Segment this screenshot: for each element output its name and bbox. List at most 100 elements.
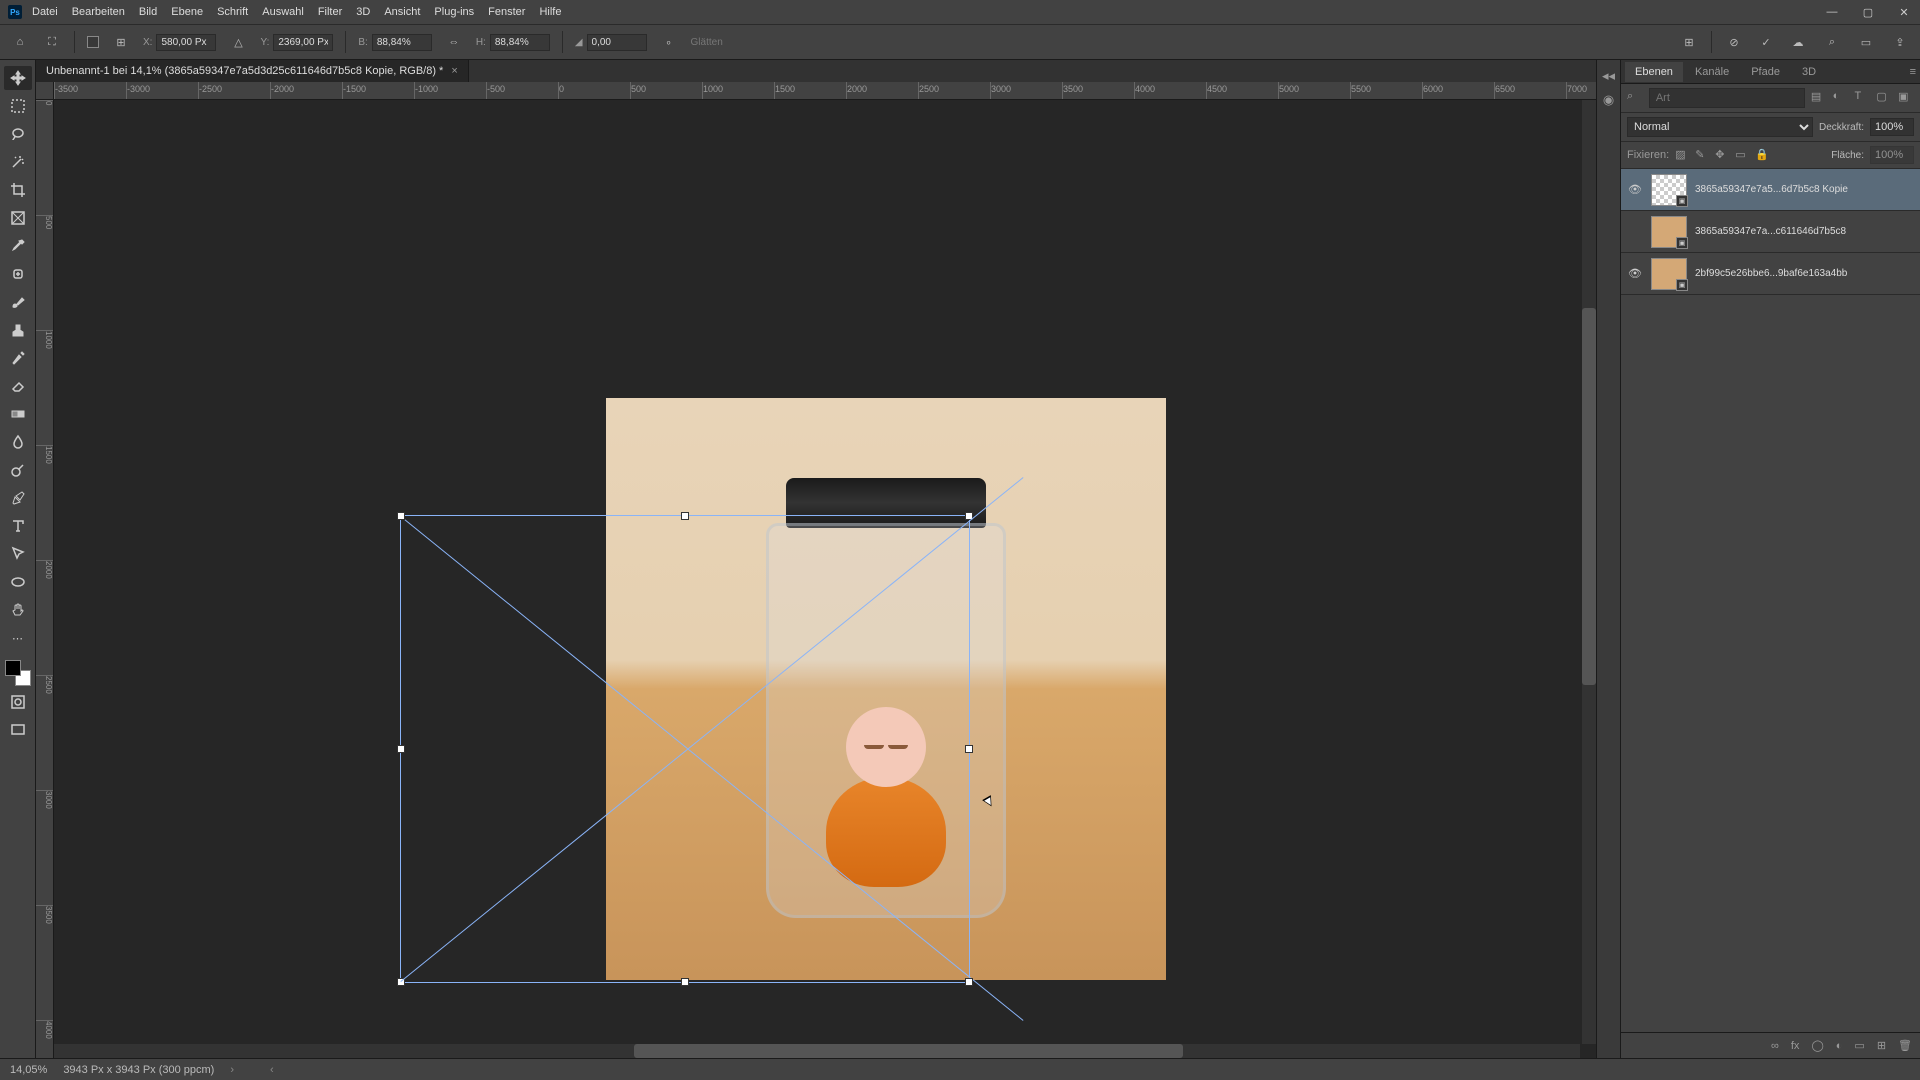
menu-ansicht[interactable]: Ansicht <box>384 6 420 18</box>
wand-tool[interactable] <box>4 150 32 174</box>
menu-schrift[interactable]: Schrift <box>217 6 248 18</box>
ruler-vertical[interactable]: 05001000150020002500300035004000 <box>36 100 54 1058</box>
layer-thumbnail[interactable]: ▣ <box>1651 216 1687 248</box>
scrollbar-horizontal[interactable] <box>54 1044 1580 1058</box>
menu-datei[interactable]: Datei <box>32 6 58 18</box>
cancel-transform-icon[interactable]: ⊘ <box>1724 32 1744 52</box>
home-icon[interactable]: ⌂ <box>10 32 30 52</box>
lock-artboard-icon[interactable]: ▭ <box>1735 148 1749 162</box>
layer-row[interactable]: 👁 ▣ 3865a59347e7a5...6d7b5c8 Kopie <box>1621 169 1920 211</box>
dodge-tool[interactable] <box>4 458 32 482</box>
filter-adjust-icon[interactable]: ◐ <box>1833 90 1849 106</box>
transform-tool-icon[interactable]: ⛶ <box>42 32 62 52</box>
color-swatches[interactable] <box>5 660 31 686</box>
group-icon[interactable]: ▭ <box>1854 1039 1864 1052</box>
visibility-toggle[interactable]: 👁 <box>1627 182 1643 198</box>
menu-bearbeiten[interactable]: Bearbeiten <box>72 6 125 18</box>
menu-bild[interactable]: Bild <box>139 6 157 18</box>
info-chevron-icon[interactable]: › <box>230 1064 234 1076</box>
ruler-origin[interactable] <box>36 82 54 100</box>
layer-row[interactable]: ▣ 3865a59347e7a...c611646d7b5c8 <box>1621 211 1920 253</box>
filter-type-icon[interactable]: T <box>1854 90 1870 106</box>
document-tab[interactable]: Unbenannt-1 bei 14,1% (3865a59347e7a5d3d… <box>36 60 469 82</box>
expand-panels-icon[interactable]: ◂◂ <box>1602 68 1615 84</box>
reference-point-grid-icon[interactable]: ⊞ <box>111 32 131 52</box>
pen-tool[interactable] <box>4 486 32 510</box>
tab-pfade[interactable]: Pfade <box>1741 62 1790 82</box>
commit-transform-icon[interactable]: ✓ <box>1756 32 1776 52</box>
canvas[interactable] <box>54 100 1596 1058</box>
cloud-icon[interactable]: ☁ <box>1788 32 1808 52</box>
link-layers-icon[interactable]: ∞ <box>1771 1040 1779 1052</box>
menu-filter[interactable]: Filter <box>318 6 342 18</box>
menu-fenster[interactable]: Fenster <box>488 6 525 18</box>
panel-menu-icon[interactable]: ≡ <box>1910 66 1916 78</box>
visibility-toggle[interactable] <box>1627 224 1643 240</box>
link-wh-icon[interactable]: ⇔ <box>444 32 464 52</box>
eyedropper-tool[interactable] <box>4 234 32 258</box>
tab-3d[interactable]: 3D <box>1792 62 1826 82</box>
healing-tool[interactable] <box>4 262 32 286</box>
quickmask-tool[interactable] <box>4 690 32 714</box>
marquee-tool[interactable] <box>4 94 32 118</box>
delete-layer-icon[interactable]: 🗑 <box>1898 1039 1912 1052</box>
x-input[interactable] <box>156 34 216 51</box>
layer-filter-input[interactable] <box>1649 88 1805 108</box>
arrange-icon[interactable]: ▭ <box>1856 32 1876 52</box>
tab-ebenen[interactable]: Ebenen <box>1625 62 1683 82</box>
path-select-tool[interactable] <box>4 542 32 566</box>
foreground-color[interactable] <box>5 660 21 676</box>
lock-all-icon[interactable]: 🔒 <box>1755 148 1769 162</box>
opacity-input[interactable] <box>1870 118 1914 136</box>
layer-row[interactable]: 👁 ▣ 2bf99c5e26bbe6...9baf6e163a4bb <box>1621 253 1920 295</box>
transform-handle-bl[interactable] <box>397 978 405 986</box>
move-tool[interactable] <box>4 66 32 90</box>
lock-position-icon[interactable]: ✥ <box>1715 148 1729 162</box>
filter-image-icon[interactable]: ▤ <box>1811 90 1827 106</box>
reference-point-toggle[interactable] <box>87 36 99 48</box>
tab-kanaele[interactable]: Kanäle <box>1685 62 1739 82</box>
ruler-horizontal[interactable]: -3500-3000-2500-2000-1500-1000-500050010… <box>54 82 1596 100</box>
warp-mode-icon[interactable]: ⊞ <box>1679 32 1699 52</box>
menu-3d[interactable]: 3D <box>356 6 370 18</box>
height-input[interactable] <box>490 34 550 51</box>
scroll-left-icon[interactable]: ‹ <box>270 1064 274 1076</box>
hand-tool[interactable] <box>4 598 32 622</box>
color-panel-icon[interactable]: ◉ <box>1603 92 1614 108</box>
share-icon[interactable]: ⇪ <box>1890 32 1910 52</box>
type-tool[interactable] <box>4 514 32 538</box>
layer-thumbnail[interactable]: ▣ <box>1651 174 1687 206</box>
document-info[interactable]: 3943 Px x 3943 Px (300 ppcm) <box>63 1064 214 1076</box>
brush-tool[interactable] <box>4 290 32 314</box>
more-tools[interactable]: ⋯ <box>4 626 32 650</box>
layer-name[interactable]: 3865a59347e7a5...6d7b5c8 Kopie <box>1695 184 1914 195</box>
new-layer-icon[interactable]: ⊞ <box>1877 1039 1886 1052</box>
minimize-button[interactable]: — <box>1824 6 1840 19</box>
screenmode-tool[interactable] <box>4 718 32 742</box>
transform-handle-tl[interactable] <box>397 512 405 520</box>
y-input[interactable] <box>273 34 333 51</box>
history-brush-tool[interactable] <box>4 346 32 370</box>
scrollbar-v-thumb[interactable] <box>1582 308 1596 686</box>
maximize-button[interactable]: ▢ <box>1860 6 1876 19</box>
lock-transparent-icon[interactable]: ▨ <box>1675 148 1689 162</box>
search-icon[interactable]: ⌕ <box>1822 32 1842 52</box>
scrollbar-h-thumb[interactable] <box>634 1044 1183 1058</box>
transform-handle-ml[interactable] <box>397 745 405 753</box>
blend-mode-select[interactable]: Normal <box>1627 117 1813 137</box>
swap-xy-icon[interactable]: △ <box>228 32 248 52</box>
stamp-tool[interactable] <box>4 318 32 342</box>
blur-tool[interactable] <box>4 430 32 454</box>
fill-input[interactable] <box>1870 146 1914 164</box>
close-tab-icon[interactable]: × <box>451 65 457 77</box>
menu-ebene[interactable]: Ebene <box>171 6 203 18</box>
width-input[interactable] <box>372 34 432 51</box>
lasso-tool[interactable] <box>4 122 32 146</box>
scrollbar-vertical[interactable] <box>1582 100 1596 1044</box>
menu-auswahl[interactable]: Auswahl <box>262 6 304 18</box>
layer-name[interactable]: 3865a59347e7a...c611646d7b5c8 <box>1695 226 1914 237</box>
gradient-tool[interactable] <box>4 402 32 426</box>
shape-tool[interactable] <box>4 570 32 594</box>
menu-plugins[interactable]: Plug-ins <box>434 6 474 18</box>
visibility-toggle[interactable]: 👁 <box>1627 266 1643 282</box>
